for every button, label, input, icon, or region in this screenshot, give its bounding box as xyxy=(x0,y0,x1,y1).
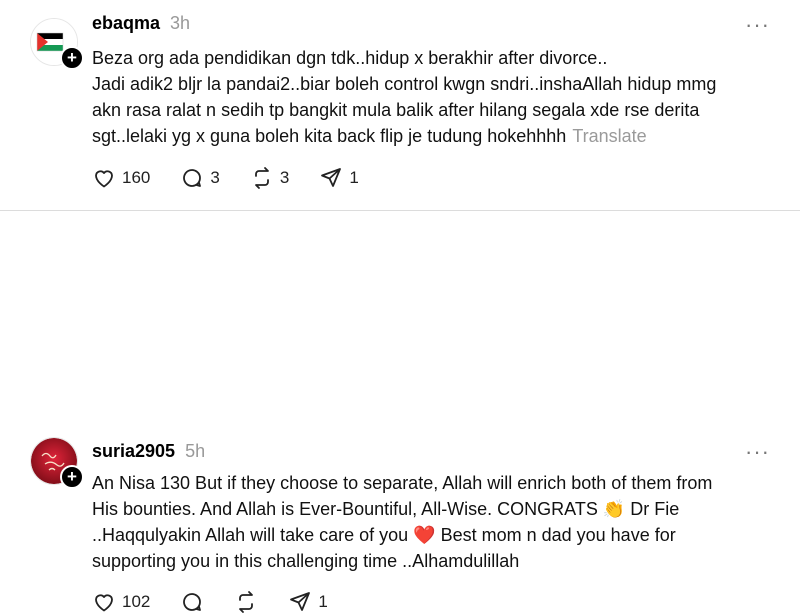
action-bar: 160 3 3 1 xyxy=(92,166,389,190)
share-icon xyxy=(321,168,342,187)
heart-icon xyxy=(95,594,113,612)
comment-icon xyxy=(183,169,202,187)
share-button[interactable]: 1 xyxy=(288,590,328,614)
post-text-line: ..Haqqulyakin Allah will take care of yo… xyxy=(92,525,676,545)
post-text-line: supporting you in this challenging time … xyxy=(92,551,520,571)
repost-button[interactable] xyxy=(234,590,258,614)
heart-icon xyxy=(95,170,113,188)
share-count: 1 xyxy=(318,592,328,611)
repost-button[interactable]: 3 xyxy=(250,166,289,190)
avatar-wrap[interactable]: + xyxy=(30,18,84,70)
like-count: 160 xyxy=(122,168,151,187)
post-header: ebaqma 3h xyxy=(92,13,190,34)
repost-icon xyxy=(254,167,269,189)
reply-button[interactable]: 3 xyxy=(180,166,220,190)
like-button[interactable]: 160 xyxy=(92,166,150,190)
post-header: suria2905 5h xyxy=(92,441,205,462)
share-count: 1 xyxy=(349,168,359,187)
post-text-line: Jadi adik2 bljr la pandai2..biar boleh c… xyxy=(92,74,717,94)
post-text-line: His bounties. And Allah is Ever-Bountifu… xyxy=(92,499,680,519)
follow-plus-icon[interactable]: + xyxy=(60,465,84,489)
translate-link[interactable]: Translate xyxy=(572,126,646,146)
comment-icon xyxy=(183,593,202,611)
more-icon[interactable]: ··· xyxy=(745,12,770,38)
share-icon xyxy=(290,592,311,611)
post-body: Beza org ada pendidikan dgn tdk..hidup x… xyxy=(92,45,782,149)
timestamp: 5h xyxy=(185,441,206,461)
post-text-line: Beza org ada pendidikan dgn tdk..hidup x… xyxy=(92,48,608,68)
more-icon[interactable]: ··· xyxy=(745,439,770,465)
post-text-line: akn rasa ralat n sedih tp bangkit mula b… xyxy=(92,100,700,120)
action-bar: 102 1 xyxy=(92,590,358,614)
reply-count: 3 xyxy=(210,168,220,187)
username[interactable]: ebaqma xyxy=(92,13,160,34)
post-body: An Nisa 130 But if they choose to separa… xyxy=(92,470,782,574)
post-text-line: An Nisa 130 But if they choose to separa… xyxy=(92,473,713,493)
post-text-line-last: sgt..lelaki yg x guna boleh kita back fl… xyxy=(92,123,782,149)
like-button[interactable]: 102 xyxy=(92,590,150,614)
reply-button[interactable] xyxy=(180,590,204,614)
post-ebaqma: + ebaqma 3h ··· Beza org ada pendidikan … xyxy=(0,0,800,210)
share-button[interactable]: 1 xyxy=(319,166,359,190)
post-text-line: sgt..lelaki yg x guna boleh kita back fl… xyxy=(92,126,567,146)
timestamp: 3h xyxy=(170,13,191,33)
like-count: 102 xyxy=(122,592,151,611)
repost-count: 3 xyxy=(279,168,290,187)
follow-plus-icon[interactable]: + xyxy=(60,46,84,70)
username[interactable]: suria2905 xyxy=(92,441,175,462)
post-suria2905: + suria2905 5h ··· An Nisa 130 But if th… xyxy=(0,211,800,613)
repost-icon xyxy=(239,591,254,613)
avatar-wrap[interactable]: + xyxy=(30,437,84,489)
